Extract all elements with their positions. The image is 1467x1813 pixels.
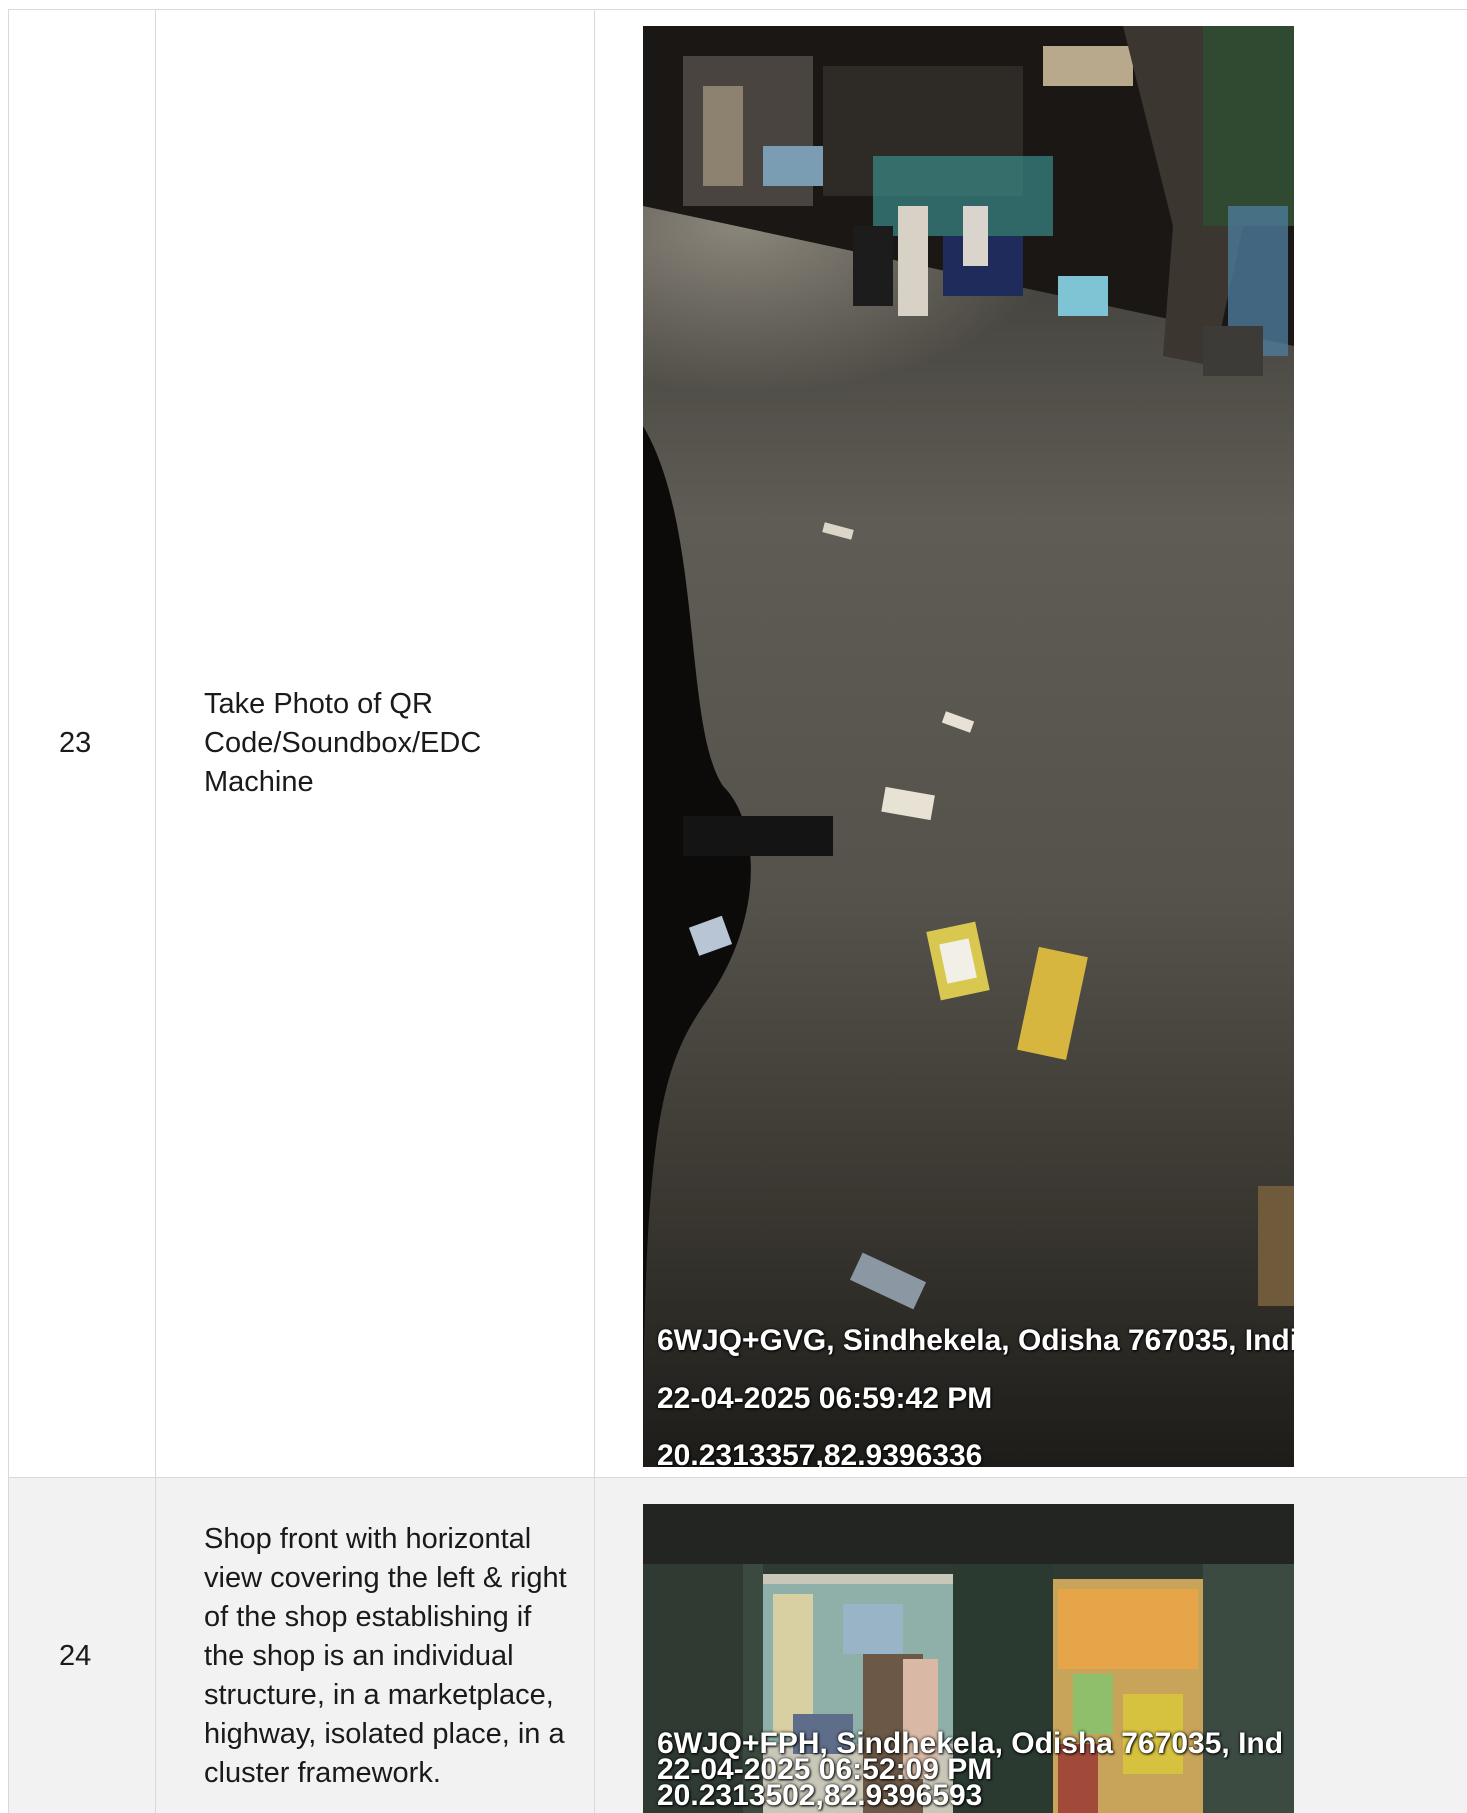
row-description-cell: Shop front with horizontal view covering… <box>155 1477 595 1813</box>
table-row: 23 Take Photo of QR Code/Soundbox/EDC Ma… <box>8 9 1467 1478</box>
checklist-table: 23 Take Photo of QR Code/Soundbox/EDC Ma… <box>8 9 1467 1813</box>
row-number-cell: 23 <box>8 9 156 1478</box>
geotag-datetime: 22-04-2025 06:59:42 PM <box>657 1382 993 1415</box>
geotag-address: 6WJQ+GVG, Sindhekela, Odisha 767035, Ind… <box>657 1324 1294 1357</box>
row-description-cell: Take Photo of QR Code/Soundbox/EDC Machi… <box>155 9 595 1478</box>
geotag-coords: 20.2313502,82.9396593 <box>657 1779 983 1812</box>
street-night-photo: 6WJQ+GVG, Sindhekela, Odisha 767035, Ind… <box>643 26 1294 1467</box>
document-page: 23 Take Photo of QR Code/Soundbox/EDC Ma… <box>0 0 1467 1813</box>
row-description: Take Photo of QR Code/Soundbox/EDC Machi… <box>204 688 482 798</box>
row-photo-cell: 6WJQ+FPH, Sindhekela, Odisha 767035, Ind… <box>594 1477 1467 1813</box>
street-night-photo-image <box>643 26 1294 1467</box>
geotag-datetime: 22-04-2025 06:52:09 PM <box>657 1753 993 1786</box>
row-photo-cell: 6WJQ+GVG, Sindhekela, Odisha 767035, Ind… <box>594 9 1467 1478</box>
row-number: 24 <box>59 1639 92 1672</box>
row-number-cell: 24 <box>8 1477 156 1813</box>
table-row: 24 Shop front with horizontal view cover… <box>8 1477 1467 1813</box>
shop-front-photo: 6WJQ+FPH, Sindhekela, Odisha 767035, Ind… <box>643 1504 1294 1813</box>
row-number: 23 <box>59 727 92 759</box>
row-description: Shop front with horizontal view covering… <box>204 1522 567 1789</box>
geotag-address: 6WJQ+FPH, Sindhekela, Odisha 767035, Ind <box>657 1727 1284 1760</box>
geotag-coords: 20.2313357,82.9396336 <box>657 1439 983 1467</box>
